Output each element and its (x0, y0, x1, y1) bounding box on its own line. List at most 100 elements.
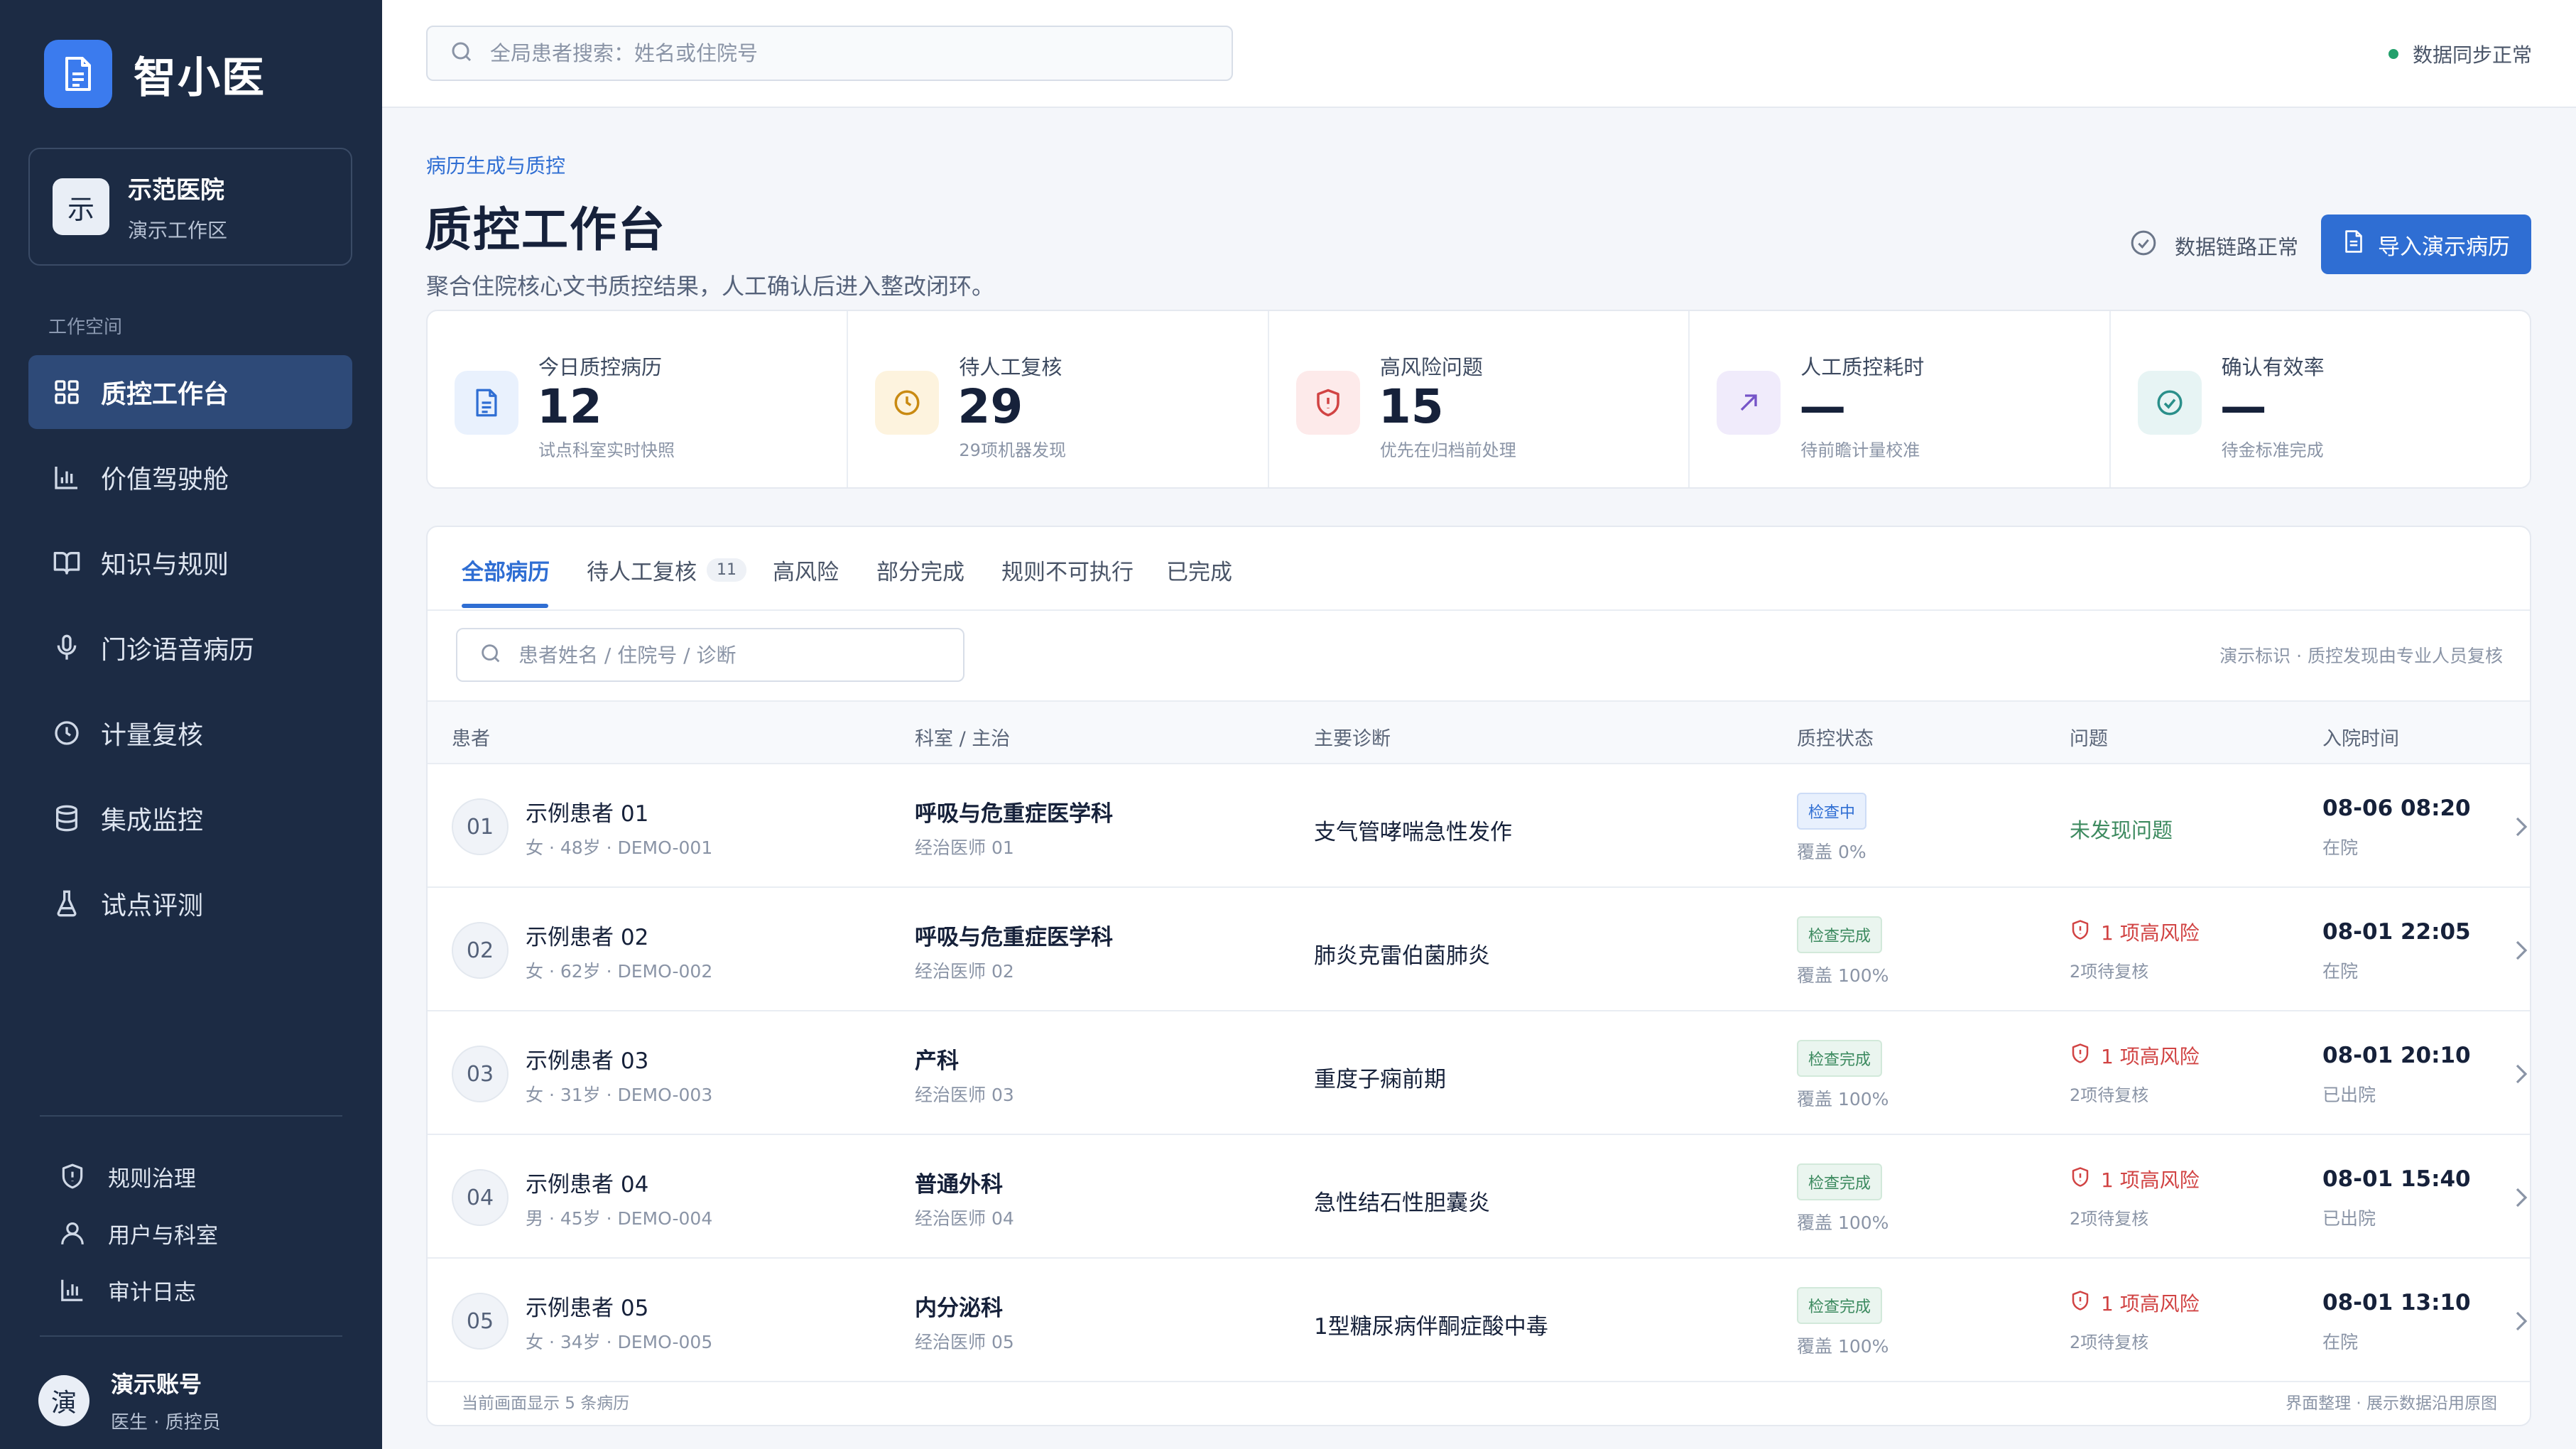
status-badge: 检查中 (1797, 793, 1867, 830)
issue-label: 1 项高风险 (2101, 1292, 2200, 1315)
grid-icon (50, 375, 84, 409)
patient-name: 示例患者 01 (526, 801, 649, 827)
stay-status: 在院 (2322, 961, 2359, 982)
attending-doctor: 经治医师 04 (915, 1208, 1014, 1229)
stat-value: 15 (1378, 379, 1444, 434)
sidebar-item-label: 试点评测 (101, 891, 204, 921)
shield-icon (57, 1161, 88, 1192)
department: 内分泌科 (915, 1296, 1003, 1321)
link-status: 数据链路正常 (2129, 229, 2298, 262)
brand[interactable]: 智小医 (44, 40, 266, 108)
page-description: 聚合住院核心文书质控结果，人工确认后进入整改闭环。 (426, 273, 995, 300)
bar-chart-icon (50, 460, 84, 494)
shield-alert-icon (1295, 371, 1360, 435)
issue-risk: 1 项高风险 (2070, 1041, 2200, 1070)
global-search-input[interactable] (490, 41, 1129, 65)
row-number: 03 (452, 1046, 509, 1102)
sidebar-item-voice-records[interactable]: 门诊语音病历 (28, 611, 352, 685)
tab-count-badge: 11 (707, 558, 746, 582)
document-icon (44, 40, 112, 108)
stat-label: 确认有效率 (2221, 355, 2325, 379)
sidebar-item-rule-governance[interactable]: 规则治理 (28, 1148, 352, 1205)
tab-label: 待人工复核 (587, 560, 697, 585)
org-avatar: 示 (53, 178, 109, 235)
sidebar-item-metering-review[interactable]: 计量复核 (28, 696, 352, 770)
status-badge: 检查完成 (1797, 1040, 1883, 1077)
stat-card: 确认有效率 — 待金标准完成 (2111, 311, 2530, 487)
chevron-right-icon[interactable] (2514, 1060, 2528, 1088)
sidebar-item-audit-log[interactable]: 审计日志 (28, 1261, 352, 1318)
chevron-right-icon[interactable] (2514, 1307, 2528, 1335)
stats-panel: 今日质控病历 12 试点科室实时快照 待人工复核 29 29项机器发现 高风险问… (426, 310, 2531, 489)
account-menu[interactable]: 演 演示账号 医生 · 质控员 (38, 1367, 221, 1434)
column-header: 质控状态 (1797, 728, 1874, 750)
tab-label: 已完成 (1166, 560, 1232, 585)
check-circle-icon (2129, 229, 2158, 262)
sidebar-item-value-cockpit[interactable]: 价值驾驶舱 (28, 440, 352, 514)
chevron-right-icon[interactable] (2514, 813, 2528, 841)
stat-sub: 试点科室实时快照 (538, 440, 675, 460)
global-search[interactable] (426, 26, 1233, 81)
shield-alert-icon (2070, 919, 2091, 945)
table-row[interactable]: 01 示例患者 01 女 · 48岁 · DEMO-001 呼吸与危重症医学科 经治医师… (428, 766, 2530, 888)
tab-high-risk[interactable]: 高风险 (773, 554, 839, 586)
table-search-input[interactable] (518, 643, 945, 667)
sidebar-item-label: 价值驾驶舱 (101, 465, 229, 494)
table-header: 患者 科室 / 主治 主要诊断 质控状态 问题 入院时间 (428, 700, 2530, 764)
brand-name: 智小医 (134, 53, 266, 103)
table-row[interactable]: 04 示例患者 04 男 · 45岁 · DEMO-004 普通外科 经治医师 04 急性… (428, 1136, 2530, 1259)
admission-time: 08-01 15:40 (2322, 1166, 2471, 1192)
database-icon (50, 801, 84, 835)
attending-doctor: 经治医师 01 (915, 837, 1014, 858)
issue-risk: 1 项高风险 (2070, 1288, 2200, 1317)
stay-status: 在院 (2322, 1332, 2359, 1352)
chevron-right-icon[interactable] (2514, 1183, 2528, 1212)
section-label: 工作空间 (48, 317, 123, 338)
stat-label: 待人工复核 (959, 355, 1063, 379)
status-badge: 检查完成 (1797, 916, 1883, 953)
page-title: 质控工作台 (425, 202, 666, 257)
demo-note: 演示标识 · 质控发现由专业人员复核 (2219, 646, 2503, 666)
tab-completed[interactable]: 已完成 (1166, 554, 1232, 586)
tab-all[interactable]: 全部病历 (462, 554, 550, 586)
import-demo-button[interactable]: 导入演示病历 (2321, 215, 2531, 274)
issue-none: 未发现问题 (2070, 818, 2173, 842)
avatar: 演 (38, 1374, 89, 1426)
sync-status-label: 数据同步正常 (2412, 43, 2532, 67)
sidebar-item-pilot-evaluation[interactable]: 试点评测 (28, 867, 352, 940)
link-status-label: 数据链路正常 (2175, 234, 2299, 259)
admission-time: 08-01 20:10 (2322, 1043, 2471, 1068)
sidebar-item-users-depts[interactable]: 用户与科室 (28, 1205, 352, 1261)
topbar: 数据同步正常 (382, 0, 2576, 108)
row-number: 04 (452, 1169, 509, 1226)
department: 产科 (915, 1048, 959, 1074)
tab-rule-not-executable[interactable]: 规则不可执行 (1001, 554, 1134, 586)
diagnosis: 重度子痫前期 (1314, 1067, 1446, 1092)
table-row[interactable]: 02 示例患者 02 女 · 62岁 · DEMO-002 呼吸与危重症医学科 经治医师… (428, 889, 2530, 1011)
breadcrumb[interactable]: 病历生成与质控 (426, 151, 565, 179)
coverage: 覆盖 100% (1797, 1336, 1889, 1357)
sidebar-item-knowledge-rules[interactable]: 知识与规则 (28, 526, 352, 599)
patient-meta: 女 · 31岁 · DEMO-003 (526, 1085, 713, 1105)
sidebar-item-qc-workbench[interactable]: 质控工作台 (28, 355, 352, 429)
stat-card: 人工质控耗时 — 待前瞻计量校准 (1690, 311, 2111, 487)
tab-pending-review[interactable]: 待人工复核 11 (587, 554, 746, 586)
chevron-right-icon[interactable] (2514, 936, 2528, 965)
table-search[interactable] (456, 628, 964, 682)
coverage: 覆盖 100% (1797, 965, 1889, 986)
clock-icon (50, 716, 84, 750)
table-row[interactable]: 03 示例患者 03 女 · 31岁 · DEMO-003 产科 经治医师 03 重度子痫… (428, 1013, 2530, 1135)
patient-meta: 女 · 48岁 · DEMO-001 (526, 837, 713, 858)
table-row[interactable]: 05 示例患者 05 女 · 34岁 · DEMO-005 内分泌科 经治医师 05 1型… (428, 1260, 2530, 1382)
shield-alert-icon (2070, 1166, 2091, 1193)
org-name: 示范医院 (128, 175, 224, 205)
sidebar-item-integration-monitor[interactable]: 集成监控 (28, 781, 352, 855)
tab-partial[interactable]: 部分完成 (876, 554, 964, 586)
stat-card: 待人工复核 29 29项机器发现 (848, 311, 1269, 487)
sync-status: 数据同步正常 (2388, 40, 2532, 68)
microphone-icon (50, 631, 84, 665)
org-switcher[interactable]: 示 示范医院 演示工作区 (28, 148, 352, 266)
active-tab-indicator (462, 604, 548, 608)
issue-label: 1 项高风险 (2101, 1045, 2200, 1068)
stat-card: 高风险问题 15 优先在归档前处理 (1269, 311, 1690, 487)
